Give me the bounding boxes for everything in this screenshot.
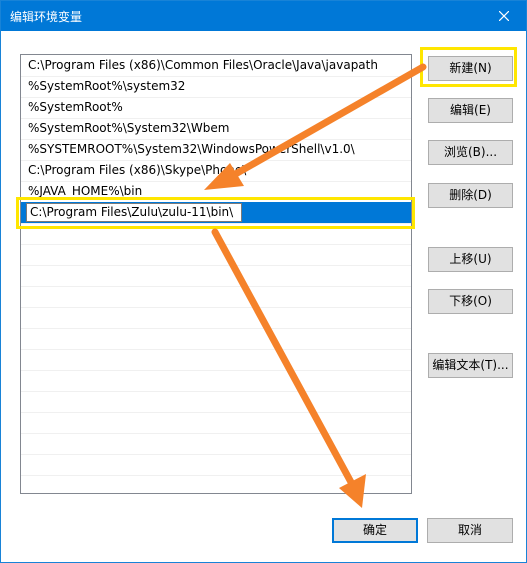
- title-bar: 编辑环境变量: [1, 1, 526, 31]
- list-item-empty[interactable]: [21, 433, 411, 455]
- new-button[interactable]: 新建(N): [428, 56, 513, 81]
- ok-button[interactable]: 确定: [332, 518, 418, 543]
- list-item-empty[interactable]: [21, 265, 411, 287]
- list-item-text: %SYSTEMROOT%\System32\WindowsPowerShell\…: [28, 142, 355, 156]
- list-item-empty[interactable]: [21, 244, 411, 266]
- list-item-empty[interactable]: [21, 391, 411, 413]
- edit-button[interactable]: 编辑(E): [428, 98, 513, 123]
- close-icon: [499, 11, 509, 21]
- close-button[interactable]: [482, 1, 526, 31]
- list-item-text: %JAVA_HOME%\bin: [28, 184, 143, 198]
- list-item[interactable]: %SystemRoot%\system32: [21, 76, 411, 98]
- path-list[interactable]: C:\Program Files (x86)\Common Files\Orac…: [20, 54, 412, 494]
- list-item-empty[interactable]: [21, 454, 411, 476]
- list-item-empty[interactable]: [21, 349, 411, 371]
- delete-button[interactable]: 删除(D): [428, 183, 513, 208]
- list-item-empty[interactable]: [21, 370, 411, 392]
- list-item-empty[interactable]: [21, 412, 411, 434]
- list-item-empty[interactable]: [21, 307, 411, 329]
- path-edit-value: C:\Program Files\Zulu\zulu-11\bin\: [30, 205, 234, 219]
- move-down-button[interactable]: 下移(O): [428, 289, 513, 314]
- list-item[interactable]: C:\Program Files (x86)\Common Files\Orac…: [21, 55, 411, 77]
- list-item-text: %SystemRoot%\System32\Wbem: [28, 121, 230, 135]
- list-item[interactable]: C:\Program Files (x86)\Skype\Phone\: [21, 160, 411, 182]
- list-item-editing[interactable]: C:\Program Files\Zulu\zulu-11\bin\: [21, 202, 411, 224]
- list-item-empty[interactable]: [21, 223, 411, 245]
- dialog-title: 编辑环境变量: [10, 10, 83, 24]
- cancel-button[interactable]: 取消: [427, 518, 513, 543]
- path-edit-input[interactable]: C:\Program Files\Zulu\zulu-11\bin\: [26, 203, 242, 222]
- list-item-empty[interactable]: [21, 475, 411, 493]
- list-item-empty[interactable]: [21, 328, 411, 350]
- list-item-text: C:\Program Files (x86)\Common Files\Orac…: [28, 58, 378, 72]
- list-item-text: C:\Program Files (x86)\Skype\Phone\: [28, 163, 247, 177]
- browse-button[interactable]: 浏览(B)...: [428, 140, 513, 165]
- list-item[interactable]: %SystemRoot%\System32\Wbem: [21, 118, 411, 140]
- list-item[interactable]: %JAVA_HOME%\bin: [21, 181, 411, 203]
- list-item-empty[interactable]: [21, 286, 411, 308]
- edit-text-button[interactable]: 编辑文本(T)...: [428, 353, 513, 378]
- list-item[interactable]: %SYSTEMROOT%\System32\WindowsPowerShell\…: [21, 139, 411, 161]
- list-item-text: %SystemRoot%\system32: [28, 79, 186, 93]
- list-item[interactable]: %SystemRoot%: [21, 97, 411, 119]
- list-item-text: %SystemRoot%: [28, 100, 123, 114]
- move-up-button[interactable]: 上移(U): [428, 247, 513, 272]
- edit-env-variable-dialog: 编辑环境变量 C:\Program Files (x86)\Common Fil…: [0, 0, 527, 563]
